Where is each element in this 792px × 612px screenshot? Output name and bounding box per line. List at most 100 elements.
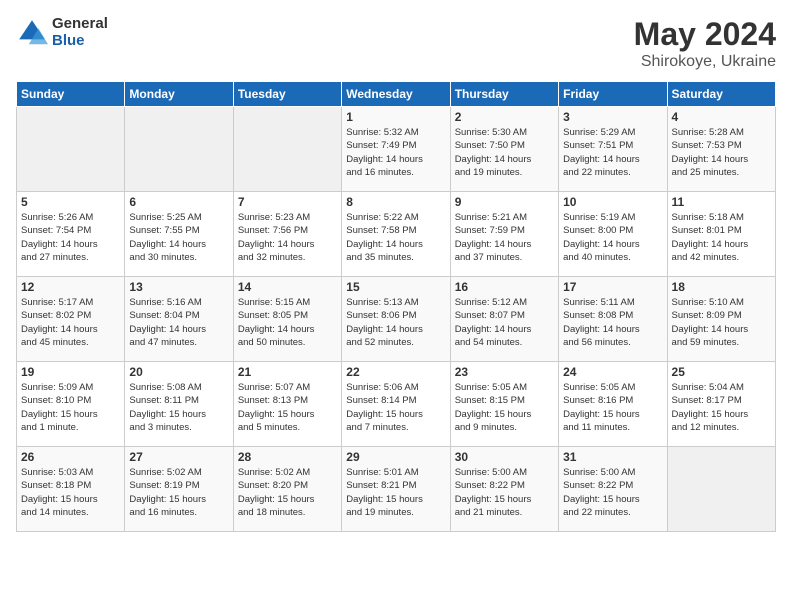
day-cell: 1 Sunrise: 5:32 AMSunset: 7:49 PMDaylight… bbox=[342, 107, 450, 192]
day-number: 6 bbox=[129, 195, 228, 209]
day-number: 12 bbox=[21, 280, 120, 294]
day-cell: 26 Sunrise: 5:03 AMSunset: 8:18 PMDayligh… bbox=[17, 447, 125, 532]
day-number: 17 bbox=[563, 280, 662, 294]
day-info: Sunrise: 5:08 AMSunset: 8:11 PMDaylight:… bbox=[129, 381, 228, 434]
day-cell: 18 Sunrise: 5:10 AMSunset: 8:09 PMDayligh… bbox=[667, 277, 775, 362]
day-number: 7 bbox=[238, 195, 337, 209]
day-number: 23 bbox=[455, 365, 554, 379]
day-info: Sunrise: 5:18 AMSunset: 8:01 PMDaylight:… bbox=[672, 211, 771, 264]
day-info: Sunrise: 5:19 AMSunset: 8:00 PMDaylight:… bbox=[563, 211, 662, 264]
day-info: Sunrise: 5:16 AMSunset: 8:04 PMDaylight:… bbox=[129, 296, 228, 349]
day-cell bbox=[667, 447, 775, 532]
day-number: 18 bbox=[672, 280, 771, 294]
logo-icon bbox=[16, 17, 48, 49]
day-cell: 10 Sunrise: 5:19 AMSunset: 8:00 PMDayligh… bbox=[559, 192, 667, 277]
day-cell: 31 Sunrise: 5:00 AMSunset: 8:22 PMDayligh… bbox=[559, 447, 667, 532]
day-cell: 30Sunrise: 5:00 AMSunset: 8:22 PMDayligh… bbox=[450, 447, 558, 532]
day-info: Sunrise: 5:00 AMSunset: 8:22 PMDaylight:… bbox=[563, 466, 662, 519]
day-info: Sunrise: 5:26 AMSunset: 7:54 PMDaylight:… bbox=[21, 211, 120, 264]
day-cell: 20 Sunrise: 5:08 AMSunset: 8:11 PMDayligh… bbox=[125, 362, 233, 447]
day-number: 20 bbox=[129, 365, 228, 379]
day-cell: 2 Sunrise: 5:30 AMSunset: 7:50 PMDaylight… bbox=[450, 107, 558, 192]
day-cell bbox=[125, 107, 233, 192]
day-info: Sunrise: 5:12 AMSunset: 8:07 PMDaylight:… bbox=[455, 296, 554, 349]
day-number: 16 bbox=[455, 280, 554, 294]
day-info: Sunrise: 5:32 AMSunset: 7:49 PMDaylight:… bbox=[346, 126, 445, 179]
day-cell: 12 Sunrise: 5:17 AMSunset: 8:02 PMDayligh… bbox=[17, 277, 125, 362]
weekday-header-monday: Monday bbox=[125, 82, 233, 107]
page-header: General Blue May 2024 Shirokoye, Ukraine bbox=[16, 16, 776, 71]
day-number: 3 bbox=[563, 110, 662, 124]
week-row-2: 5 Sunrise: 5:26 AMSunset: 7:54 PMDaylight… bbox=[17, 192, 776, 277]
day-info: Sunrise: 5:30 AMSunset: 7:50 PMDaylight:… bbox=[455, 126, 554, 179]
logo-blue-text: Blue bbox=[52, 33, 108, 50]
day-info: Sunrise: 5:06 AMSunset: 8:14 PMDaylight:… bbox=[346, 381, 445, 434]
day-cell bbox=[17, 107, 125, 192]
day-cell: 28 Sunrise: 5:02 AMSunset: 8:20 PMDayligh… bbox=[233, 447, 341, 532]
day-number: 5 bbox=[21, 195, 120, 209]
weekday-header-row: SundayMondayTuesdayWednesdayThursdayFrid… bbox=[17, 82, 776, 107]
day-cell: 7Sunrise: 5:23 AMSunset: 7:56 PMDaylight… bbox=[233, 192, 341, 277]
day-cell: 23 Sunrise: 5:05 AMSunset: 8:15 PMDayligh… bbox=[450, 362, 558, 447]
logo: General Blue bbox=[16, 16, 108, 49]
day-number: 21 bbox=[238, 365, 337, 379]
day-cell: 9 Sunrise: 5:21 AMSunset: 7:59 PMDaylight… bbox=[450, 192, 558, 277]
day-number: 10 bbox=[563, 195, 662, 209]
week-row-1: 1 Sunrise: 5:32 AMSunset: 7:49 PMDaylight… bbox=[17, 107, 776, 192]
day-cell bbox=[233, 107, 341, 192]
day-number: 1 bbox=[346, 110, 445, 124]
day-cell: 13 Sunrise: 5:16 AMSunset: 8:04 PMDayligh… bbox=[125, 277, 233, 362]
day-info: Sunrise: 5:02 AMSunset: 8:20 PMDaylight:… bbox=[238, 466, 337, 519]
day-number: 29 bbox=[346, 450, 445, 464]
day-info: Sunrise: 5:03 AMSunset: 8:18 PMDaylight:… bbox=[21, 466, 120, 519]
logo-text: General Blue bbox=[52, 16, 108, 49]
day-cell: 3Sunrise: 5:29 AMSunset: 7:51 PMDaylight… bbox=[559, 107, 667, 192]
week-row-5: 26 Sunrise: 5:03 AMSunset: 8:18 PMDayligh… bbox=[17, 447, 776, 532]
weekday-header-thursday: Thursday bbox=[450, 82, 558, 107]
day-number: 25 bbox=[672, 365, 771, 379]
calendar-table: SundayMondayTuesdayWednesdayThursdayFrid… bbox=[16, 81, 776, 532]
week-row-4: 19 Sunrise: 5:09 AMSunset: 8:10 PMDayligh… bbox=[17, 362, 776, 447]
day-number: 15 bbox=[346, 280, 445, 294]
day-number: 13 bbox=[129, 280, 228, 294]
weekday-header-sunday: Sunday bbox=[17, 82, 125, 107]
day-cell: 25Sunrise: 5:04 AMSunset: 8:17 PMDayligh… bbox=[667, 362, 775, 447]
day-cell: 4Sunrise: 5:28 AMSunset: 7:53 PMDaylight… bbox=[667, 107, 775, 192]
weekday-header-tuesday: Tuesday bbox=[233, 82, 341, 107]
day-info: Sunrise: 5:02 AMSunset: 8:19 PMDaylight:… bbox=[129, 466, 228, 519]
day-number: 31 bbox=[563, 450, 662, 464]
week-row-3: 12 Sunrise: 5:17 AMSunset: 8:02 PMDayligh… bbox=[17, 277, 776, 362]
day-number: 24 bbox=[563, 365, 662, 379]
day-cell: 19 Sunrise: 5:09 AMSunset: 8:10 PMDayligh… bbox=[17, 362, 125, 447]
weekday-header-saturday: Saturday bbox=[667, 82, 775, 107]
location: Shirokoye, Ukraine bbox=[634, 53, 776, 71]
day-number: 8 bbox=[346, 195, 445, 209]
month-year: May 2024 bbox=[634, 16, 776, 53]
day-info: Sunrise: 5:05 AMSunset: 8:15 PMDaylight:… bbox=[455, 381, 554, 434]
day-number: 9 bbox=[455, 195, 554, 209]
day-info: Sunrise: 5:05 AMSunset: 8:16 PMDaylight:… bbox=[563, 381, 662, 434]
day-number: 19 bbox=[21, 365, 120, 379]
day-cell: 17Sunrise: 5:11 AMSunset: 8:08 PMDayligh… bbox=[559, 277, 667, 362]
day-number: 14 bbox=[238, 280, 337, 294]
day-cell: 5 Sunrise: 5:26 AMSunset: 7:54 PMDaylight… bbox=[17, 192, 125, 277]
day-info: Sunrise: 5:21 AMSunset: 7:59 PMDaylight:… bbox=[455, 211, 554, 264]
day-info: Sunrise: 5:10 AMSunset: 8:09 PMDaylight:… bbox=[672, 296, 771, 349]
day-info: Sunrise: 5:07 AMSunset: 8:13 PMDaylight:… bbox=[238, 381, 337, 434]
day-cell: 6Sunrise: 5:25 AMSunset: 7:55 PMDaylight… bbox=[125, 192, 233, 277]
day-number: 27 bbox=[129, 450, 228, 464]
day-number: 11 bbox=[672, 195, 771, 209]
day-info: Sunrise: 5:13 AMSunset: 8:06 PMDaylight:… bbox=[346, 296, 445, 349]
day-info: Sunrise: 5:17 AMSunset: 8:02 PMDaylight:… bbox=[21, 296, 120, 349]
day-number: 28 bbox=[238, 450, 337, 464]
day-number: 26 bbox=[21, 450, 120, 464]
day-number: 2 bbox=[455, 110, 554, 124]
day-info: Sunrise: 5:15 AMSunset: 8:05 PMDaylight:… bbox=[238, 296, 337, 349]
day-cell: 14 Sunrise: 5:15 AMSunset: 8:05 PMDayligh… bbox=[233, 277, 341, 362]
day-cell: 27 Sunrise: 5:02 AMSunset: 8:19 PMDayligh… bbox=[125, 447, 233, 532]
day-info: Sunrise: 5:28 AMSunset: 7:53 PMDaylight:… bbox=[672, 126, 771, 179]
day-info: Sunrise: 5:09 AMSunset: 8:10 PMDaylight:… bbox=[21, 381, 120, 434]
day-cell: 11 Sunrise: 5:18 AMSunset: 8:01 PMDayligh… bbox=[667, 192, 775, 277]
day-number: 30 bbox=[455, 450, 554, 464]
day-cell: 29Sunrise: 5:01 AMSunset: 8:21 PMDayligh… bbox=[342, 447, 450, 532]
